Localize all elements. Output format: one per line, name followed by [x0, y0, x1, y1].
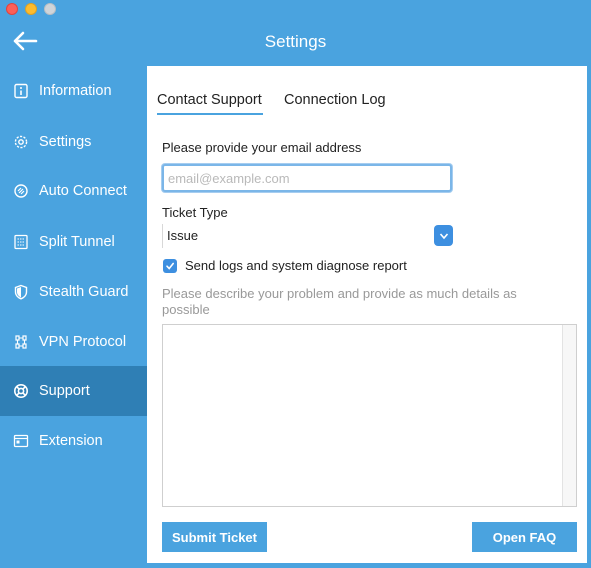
description-textarea[interactable]: [163, 325, 562, 506]
title-bar: Settings: [0, 0, 591, 66]
sidebar-item-label: Split Tunnel: [39, 234, 115, 250]
active-tab-indicator: [157, 113, 263, 115]
sidebar-item-support[interactable]: Support: [0, 366, 147, 416]
sidebar-item-label: Auto Connect: [39, 183, 127, 199]
sidebar-item-split-tunnel[interactable]: Split Tunnel: [0, 217, 147, 267]
email-label: Please provide your email address: [162, 140, 362, 155]
ticket-type-value: Issue: [167, 228, 199, 243]
sidebar-item-information[interactable]: Information: [0, 66, 147, 116]
description-hint: Please describe your problem and provide…: [162, 286, 517, 317]
gear-icon: [12, 133, 30, 151]
submit-ticket-button[interactable]: Submit Ticket: [162, 522, 267, 552]
chevron-down-icon[interactable]: [434, 225, 453, 246]
info-icon: [12, 82, 30, 100]
ticket-type-select[interactable]: Issue: [162, 224, 453, 248]
sidebar-item-label: Information: [39, 83, 112, 99]
textarea-scrollbar[interactable]: [562, 325, 576, 506]
email-input[interactable]: [162, 164, 452, 192]
sidebar-item-label: VPN Protocol: [39, 334, 127, 350]
sidebar-item-label: Extension: [39, 433, 103, 449]
sidebar-item-auto-connect[interactable]: Auto Connect: [0, 166, 147, 216]
open-faq-button[interactable]: Open FAQ: [472, 522, 577, 552]
send-logs-checkbox[interactable]: [163, 259, 177, 273]
sidebar-item-settings[interactable]: Settings: [0, 117, 147, 167]
description-field: [162, 324, 577, 507]
window-title: Settings: [264, 32, 327, 51]
sidebar-item-extension[interactable]: Extension: [0, 416, 147, 466]
shield-icon: [12, 283, 30, 301]
sidebar-item-stealth-guard[interactable]: Stealth Guard: [0, 267, 147, 317]
auto-connect-icon: [12, 182, 30, 200]
ticket-type-label: Ticket Type: [162, 205, 228, 220]
lifebuoy-icon: [12, 382, 30, 400]
sidebar-item-label: Support: [39, 383, 90, 399]
close-window-button[interactable]: [6, 3, 18, 15]
sidebar-item-label: Stealth Guard: [39, 284, 129, 300]
tab-contact-support[interactable]: Contact Support: [157, 92, 262, 108]
tab-connection-log[interactable]: Connection Log: [284, 92, 386, 108]
sidebar-item-label: Settings: [39, 134, 92, 150]
sidebar: Information Settings Auto Connect Split …: [0, 66, 147, 568]
support-panel: Contact Support Connection Log Please pr…: [147, 66, 587, 563]
checkmark-icon: [166, 262, 174, 270]
send-logs-label[interactable]: Send logs and system diagnose report: [185, 258, 407, 273]
sidebar-item-vpn-protocol[interactable]: VPN Protocol: [0, 317, 147, 367]
zoom-window-button[interactable]: [44, 3, 56, 15]
split-tunnel-icon: [12, 233, 30, 251]
protocol-icon: [12, 333, 30, 351]
minimize-window-button[interactable]: [25, 3, 37, 15]
extension-icon: [12, 432, 30, 450]
